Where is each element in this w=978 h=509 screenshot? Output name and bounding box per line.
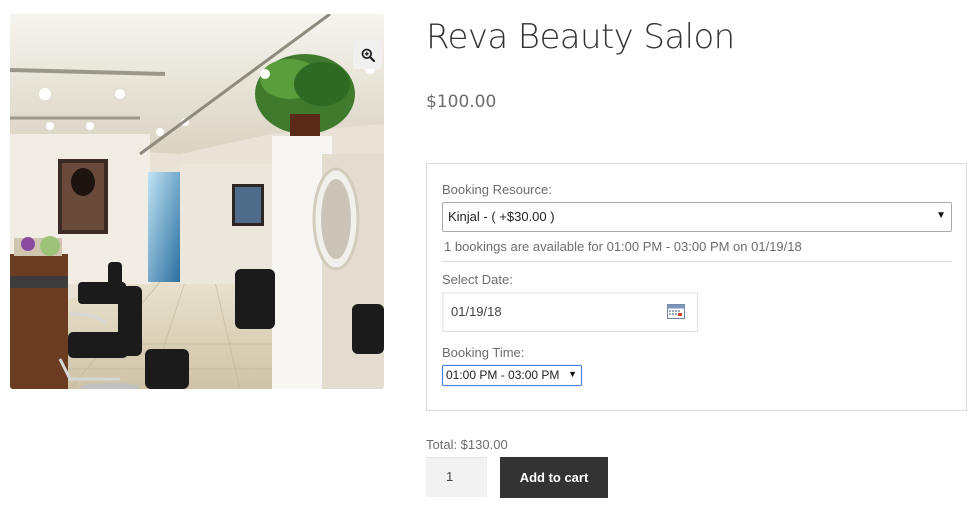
booking-time-label: Booking Time:: [442, 345, 525, 360]
calendar-icon[interactable]: [667, 303, 685, 322]
salon-photo: [10, 14, 384, 389]
total-price: Total: $130.00: [426, 437, 508, 452]
caret-down-icon: ▼: [936, 210, 946, 221]
quantity-input[interactable]: 1: [426, 457, 487, 497]
caret-down-icon: ▼: [568, 369, 577, 379]
product-price: $100.00: [426, 92, 497, 112]
divider: [442, 261, 952, 262]
product-title: Reva Beauty Salon: [426, 17, 735, 57]
booking-resource-label: Booking Resource:: [442, 182, 552, 197]
booking-time-select[interactable]: 01:00 PM - 03:00 PM ▼: [442, 365, 582, 386]
select-date-label: Select Date:: [442, 272, 513, 287]
booking-resource-value: Kinjal - ( +$30.00 ): [448, 209, 555, 224]
magnifier-plus-icon: [361, 48, 375, 62]
booking-time-value: 01:00 PM - 03:00 PM: [446, 368, 560, 382]
zoom-button[interactable]: [353, 40, 382, 69]
booking-resource-select[interactable]: Kinjal - ( +$30.00 ) ▼: [442, 202, 952, 232]
date-value: 01/19/18: [451, 304, 502, 319]
date-input[interactable]: 01/19/18: [442, 292, 698, 332]
add-to-cart-button[interactable]: Add to cart: [500, 457, 608, 498]
availability-message: 1 bookings are available for 01:00 PM - …: [444, 239, 802, 254]
product-image[interactable]: [10, 14, 384, 389]
booking-form: Booking Resource: Kinjal - ( +$30.00 ) ▼…: [426, 163, 967, 411]
